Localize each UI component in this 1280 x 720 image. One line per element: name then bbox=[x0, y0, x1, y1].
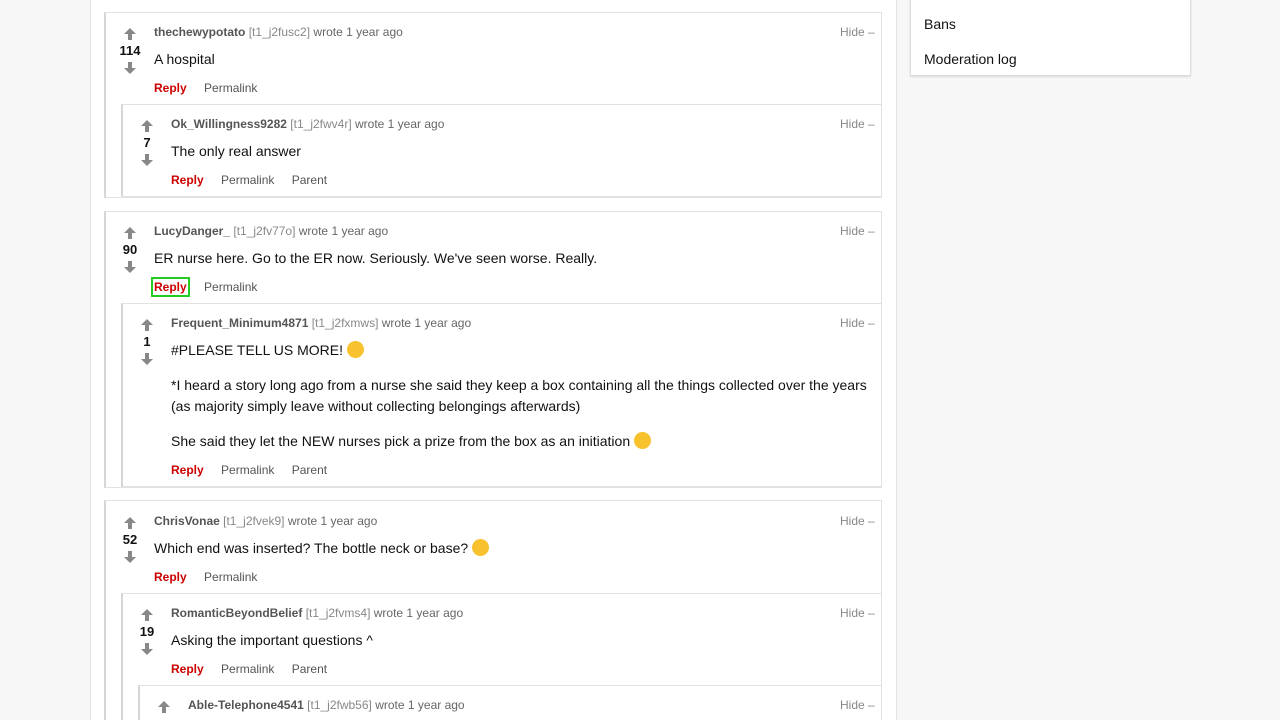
permalink-link[interactable]: Permalink bbox=[204, 81, 257, 95]
body-line: #PLEASE TELL US MORE! bbox=[171, 342, 343, 358]
comment-meta: Able-Telephone4541 [t1_j2fwb56] wrote 1 … bbox=[188, 698, 465, 712]
comment-time: wrote 1 year ago bbox=[298, 224, 389, 238]
upvote-arrow-icon[interactable] bbox=[122, 27, 138, 41]
comment-meta: Frequent_Minimum4871 [t1_j2fxmws] wrote … bbox=[171, 316, 471, 330]
permalink-link[interactable]: Permalink bbox=[221, 463, 274, 477]
vote-box: 19 bbox=[133, 608, 161, 656]
hide-button[interactable]: Hide – bbox=[840, 224, 875, 238]
thinking-face-emoji-icon bbox=[472, 539, 490, 556]
downvote-arrow-icon[interactable] bbox=[139, 352, 155, 366]
reply-button[interactable]: Reply bbox=[154, 81, 187, 95]
reply-button[interactable]: Reply bbox=[171, 173, 204, 187]
body-line: Which end was inserted? The bottle neck … bbox=[154, 540, 469, 556]
comment-meta: ChrisVonae [t1_j2fvek9] wrote 1 year ago bbox=[154, 514, 377, 528]
downvote-arrow-icon[interactable] bbox=[122, 550, 138, 564]
star-struck-emoji-icon bbox=[346, 341, 364, 358]
permalink-link[interactable]: Permalink bbox=[204, 280, 257, 294]
body-line: She said they let the NEW nurses pick a … bbox=[171, 433, 631, 449]
comment-actions: Reply Permalink bbox=[154, 570, 271, 584]
comment-score: 90 bbox=[122, 242, 138, 257]
comment-meta: RomanticBeyondBelief [t1_j2fvms4] wrote … bbox=[171, 606, 463, 620]
comment-meta: LucyDanger_ [t1_j2fv77o] wrote 1 year ag… bbox=[154, 224, 388, 238]
comment-body: Asking the important questions ^ bbox=[171, 632, 373, 648]
comment-author[interactable]: thechewypotato bbox=[154, 25, 245, 39]
vote-box: 7 bbox=[133, 119, 161, 167]
comment-id: [t1_j2fvek9] bbox=[223, 514, 285, 528]
comment-score: 52 bbox=[122, 532, 138, 547]
hide-button[interactable]: Hide – bbox=[840, 698, 875, 712]
hide-button[interactable]: Hide – bbox=[840, 606, 875, 620]
comment-score: 19 bbox=[139, 624, 155, 639]
upvote-arrow-icon[interactable] bbox=[156, 700, 172, 714]
hide-button[interactable]: Hide – bbox=[840, 117, 875, 131]
comment-time: wrote 1 year ago bbox=[355, 117, 445, 131]
upvote-arrow-icon[interactable] bbox=[122, 516, 138, 530]
comment-time: wrote 1 year ago bbox=[287, 514, 378, 528]
comment-author[interactable]: RomanticBeyondBelief bbox=[171, 606, 302, 620]
comment-author[interactable]: ChrisVonae bbox=[154, 514, 220, 528]
reply-button[interactable]: Reply bbox=[154, 570, 187, 584]
comment-body-paragraph: She said they let the NEW nurses pick a … bbox=[171, 431, 652, 452]
reply-button[interactable]: Reply bbox=[171, 463, 204, 477]
hide-button[interactable]: Hide – bbox=[840, 514, 875, 528]
downvote-arrow-icon[interactable] bbox=[122, 61, 138, 75]
bans-link[interactable]: Bans bbox=[924, 16, 956, 32]
comment-id: [t1_j2fxmws] bbox=[311, 316, 379, 330]
comment-id: [t1_j2fv77o] bbox=[233, 224, 296, 238]
comment-id: [t1_j2fusc2] bbox=[248, 25, 311, 39]
comment-time: wrote 1 year ago bbox=[381, 316, 472, 330]
moderation-log-link[interactable]: Moderation log bbox=[924, 51, 1017, 67]
downvote-arrow-icon[interactable] bbox=[139, 153, 155, 167]
reply-button[interactable]: Reply bbox=[151, 277, 190, 297]
comment-author[interactable]: Ok_Willingness9282 bbox=[171, 117, 287, 131]
hide-button[interactable]: Hide – bbox=[840, 25, 875, 39]
upvote-arrow-icon[interactable] bbox=[139, 318, 155, 332]
comment-actions: Reply Permalink bbox=[154, 81, 271, 95]
comment-id: [t1_j2fwb56] bbox=[307, 698, 372, 712]
sidebar-mod-card: Bans Moderation log bbox=[910, 0, 1191, 76]
downvote-arrow-icon[interactable] bbox=[139, 642, 155, 656]
vote-box: 90 bbox=[116, 226, 144, 274]
comment-actions: Reply Permalink Parent bbox=[171, 463, 341, 477]
comment-time: wrote 1 year ago bbox=[375, 698, 465, 712]
upvote-arrow-icon[interactable] bbox=[122, 226, 138, 240]
comment-actions: Reply Permalink Parent bbox=[171, 173, 341, 187]
comment-meta: Ok_Willingness9282 [t1_j2fwv4r] wrote 1 … bbox=[171, 117, 444, 131]
comment-time: wrote 1 year ago bbox=[313, 25, 403, 39]
comment-time: wrote 1 year ago bbox=[373, 606, 464, 620]
comment-body: A hospital bbox=[154, 51, 215, 67]
comment-id: [t1_j2fwv4r] bbox=[290, 117, 352, 131]
hide-button[interactable]: Hide – bbox=[840, 316, 875, 330]
downvote-arrow-icon[interactable] bbox=[122, 260, 138, 274]
comment-score: 114 bbox=[119, 43, 141, 58]
comment-body-paragraph: *I heard a story long ago from a nurse s… bbox=[171, 377, 867, 414]
comment-body: #PLEASE TELL US MORE! bbox=[171, 340, 364, 361]
parent-link[interactable]: Parent bbox=[292, 173, 327, 187]
permalink-link[interactable]: Permalink bbox=[221, 173, 274, 187]
comment-author[interactable]: Able-Telephone4541 bbox=[188, 698, 304, 712]
reply-button[interactable]: Reply bbox=[171, 662, 204, 676]
comment-body: ER nurse here. Go to the ER now. Serious… bbox=[154, 250, 598, 266]
permalink-link[interactable]: Permalink bbox=[204, 570, 257, 584]
permalink-link[interactable]: Permalink bbox=[221, 662, 274, 676]
comment-score: 7 bbox=[143, 135, 151, 150]
comment-body: Which end was inserted? The bottle neck … bbox=[154, 538, 490, 559]
comment-author[interactable]: Frequent_Minimum4871 bbox=[171, 316, 308, 330]
comment-author[interactable]: LucyDanger_ bbox=[154, 224, 230, 238]
rolling-laughing-emoji-icon bbox=[634, 432, 652, 449]
parent-link[interactable]: Parent bbox=[292, 463, 327, 477]
comment-meta: thechewypotato [t1_j2fusc2] wrote 1 year… bbox=[154, 25, 403, 39]
upvote-arrow-icon[interactable] bbox=[139, 608, 155, 622]
vote-box: 52 bbox=[116, 516, 144, 564]
comment-body: The only real answer bbox=[171, 143, 301, 159]
parent-link[interactable]: Parent bbox=[292, 662, 327, 676]
comment-score: 1 bbox=[143, 334, 151, 349]
comment-actions: Reply Permalink bbox=[151, 277, 271, 297]
vote-box: 1 bbox=[133, 318, 161, 366]
comment-actions: Reply Permalink Parent bbox=[171, 662, 341, 676]
comment-id: [t1_j2fvms4] bbox=[305, 606, 371, 620]
vote-box: 114 bbox=[116, 27, 144, 75]
vote-box bbox=[150, 700, 178, 714]
upvote-arrow-icon[interactable] bbox=[139, 119, 155, 133]
